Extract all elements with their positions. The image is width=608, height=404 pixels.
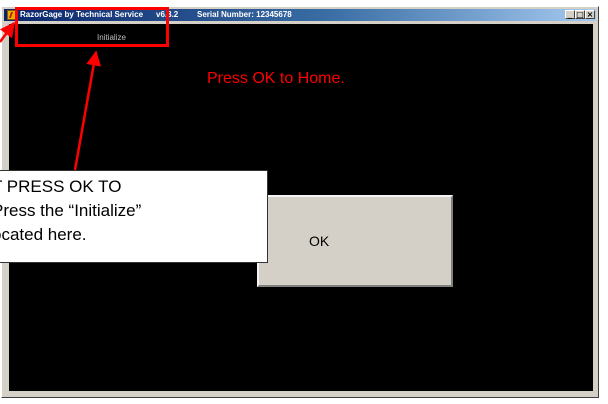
callout-line: T PRESS OK TO	[0, 177, 122, 196]
instruction-callout: T PRESS OK TO Press the “Initialize” oca…	[0, 170, 268, 263]
maximize-button[interactable]: □	[575, 10, 585, 19]
initialize-highlight-box	[15, 7, 169, 47]
close-button[interactable]: ×	[585, 10, 595, 19]
ok-button[interactable]: OK	[257, 195, 453, 287]
minimize-button[interactable]: _	[565, 10, 575, 19]
serial-number-label: Serial Number: 12345678	[197, 10, 292, 19]
callout-line: ocated here.	[0, 225, 87, 244]
home-prompt-message: Press OK to Home.	[207, 70, 345, 87]
window-controls: _ □ ×	[565, 10, 595, 20]
callout-line: Press the “Initialize”	[0, 201, 142, 220]
